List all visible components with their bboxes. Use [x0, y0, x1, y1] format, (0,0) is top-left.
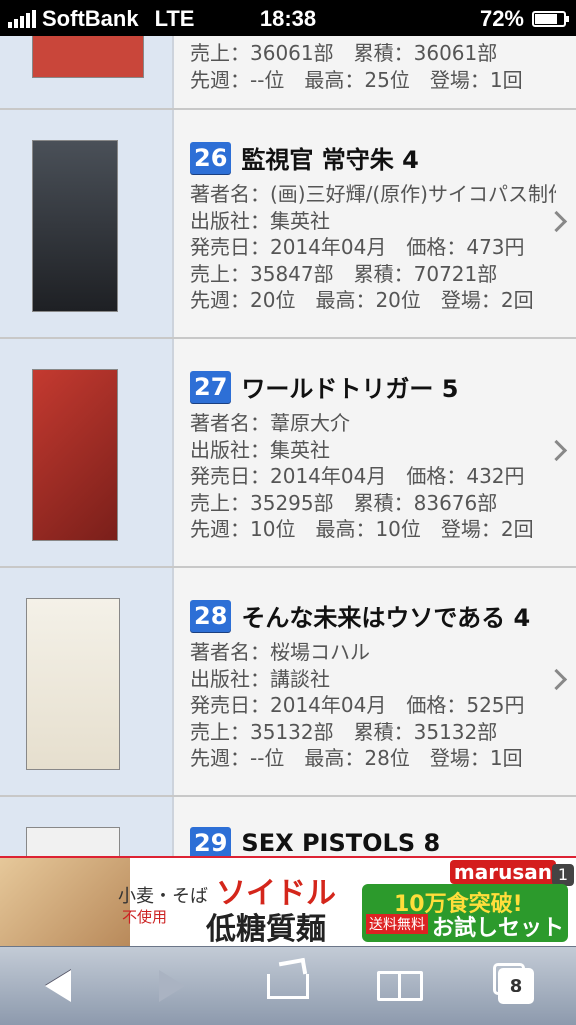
sales-text: 売上：35847部 累積：70721部	[190, 261, 498, 286]
book-cover	[26, 598, 120, 770]
ad-brand-logo: marusan	[449, 860, 556, 884]
ad-text: 小麦・そば	[118, 886, 208, 907]
browser-toolbar: 8	[0, 946, 576, 1025]
rank-badge: 29	[190, 827, 232, 856]
book-title: ワールドトリガー 5	[241, 375, 459, 403]
list-item[interactable]: 28 そんな未来はウソである 4 著者名：桜場コハル 出版社：講談社 発売日：2…	[0, 568, 576, 797]
sales-text: 売上：35295部 累積：83676部	[190, 490, 498, 515]
author-text: 著者名：桜場コハル	[190, 640, 370, 664]
release-price-text: 発売日：2014年04月 価格：432円	[190, 464, 525, 488]
rank-history-text: 先週：20位 最高：20位 登場：2回	[190, 288, 534, 312]
share-icon	[267, 973, 309, 999]
noodle-image	[0, 858, 130, 948]
book-cover	[32, 36, 144, 78]
back-button[interactable]	[28, 963, 88, 1009]
forward-arrow-icon	[159, 970, 185, 1002]
ranking-list[interactable]: 売上：36061部 累積：36061部 先週：--位 最高：25位 登場：1回 …	[0, 36, 576, 856]
sales-text: 売上：35132部 累積：35132部	[190, 719, 498, 744]
publisher-text: 出版社：講談社	[190, 666, 330, 691]
ad-cta-main: お試しセット	[432, 916, 565, 941]
book-title: 監視官 常守朱 4	[241, 146, 419, 174]
ad-cta-badge: 送料無料	[366, 914, 428, 934]
battery-icon	[532, 11, 569, 27]
book-cover	[32, 140, 118, 312]
book-cover	[32, 369, 118, 541]
rank-history-text: 先週：--位 最高：28位 登場：1回	[190, 746, 523, 770]
sales-text: 売上：36061部 累積：36061部	[190, 41, 498, 65]
forward-button[interactable]	[142, 963, 202, 1009]
list-item[interactable]: 27 ワールドトリガー 5 著者名：葦原大介 出版社：集英社 発売日：2014年…	[0, 339, 576, 568]
release-price-text: 発売日：2014年04月 価格：473円	[190, 235, 525, 259]
rank-badge: 28	[190, 599, 232, 632]
ad-product: 低糖質麺	[206, 912, 326, 947]
rank-history-text: 先週：10位 最高：10位 登場：2回	[190, 517, 534, 541]
author-text: 著者名：(画)三好輝/(原作)サイコパス制作	[190, 182, 556, 206]
book-title: SEX PISTOLS 8	[241, 829, 441, 856]
share-button[interactable]	[258, 963, 318, 1009]
status-bar: SoftBank LTE 18:38 72%	[0, 0, 576, 36]
book-icon	[377, 971, 423, 1001]
book-title: そんな未来はウソである 4	[241, 604, 531, 632]
ad-banner[interactable]: 小麦・そば 不使用 ソイドル 低糖質麺 marusan 1 10万食突破! 送料…	[0, 856, 576, 948]
ad-text: 不使用	[122, 908, 168, 926]
list-item[interactable]: 売上：36061部 累積：36061部 先週：--位 最高：25位 登場：1回	[0, 36, 576, 110]
back-arrow-icon	[45, 970, 71, 1002]
rank-history-text: 先週：--位 最高：25位 登場：1回	[190, 67, 523, 92]
tab-count: 8	[509, 975, 523, 997]
bookmarks-button[interactable]	[370, 963, 430, 1009]
publisher-text: 出版社：集英社	[190, 208, 330, 233]
list-item[interactable]: 29 SEX PISTOLS 8	[0, 797, 576, 856]
list-item[interactable]: 26 監視官 常守朱 4 著者名：(画)三好輝/(原作)サイコパス制作 出版社：…	[0, 110, 576, 339]
rank-badge: 26	[190, 141, 232, 174]
book-cover	[26, 827, 120, 856]
tabs-button[interactable]: 8	[486, 963, 546, 1009]
publisher-text: 出版社：集英社	[190, 437, 330, 462]
ad-close-button[interactable]: 1	[552, 864, 574, 886]
tabs-icon: 8	[493, 963, 534, 1004]
author-text: 著者名：葦原大介	[190, 411, 350, 435]
release-price-text: 発売日：2014年04月 価格：525円	[190, 693, 525, 717]
rank-badge: 27	[190, 370, 232, 403]
battery-percent: 72%	[479, 6, 524, 31]
